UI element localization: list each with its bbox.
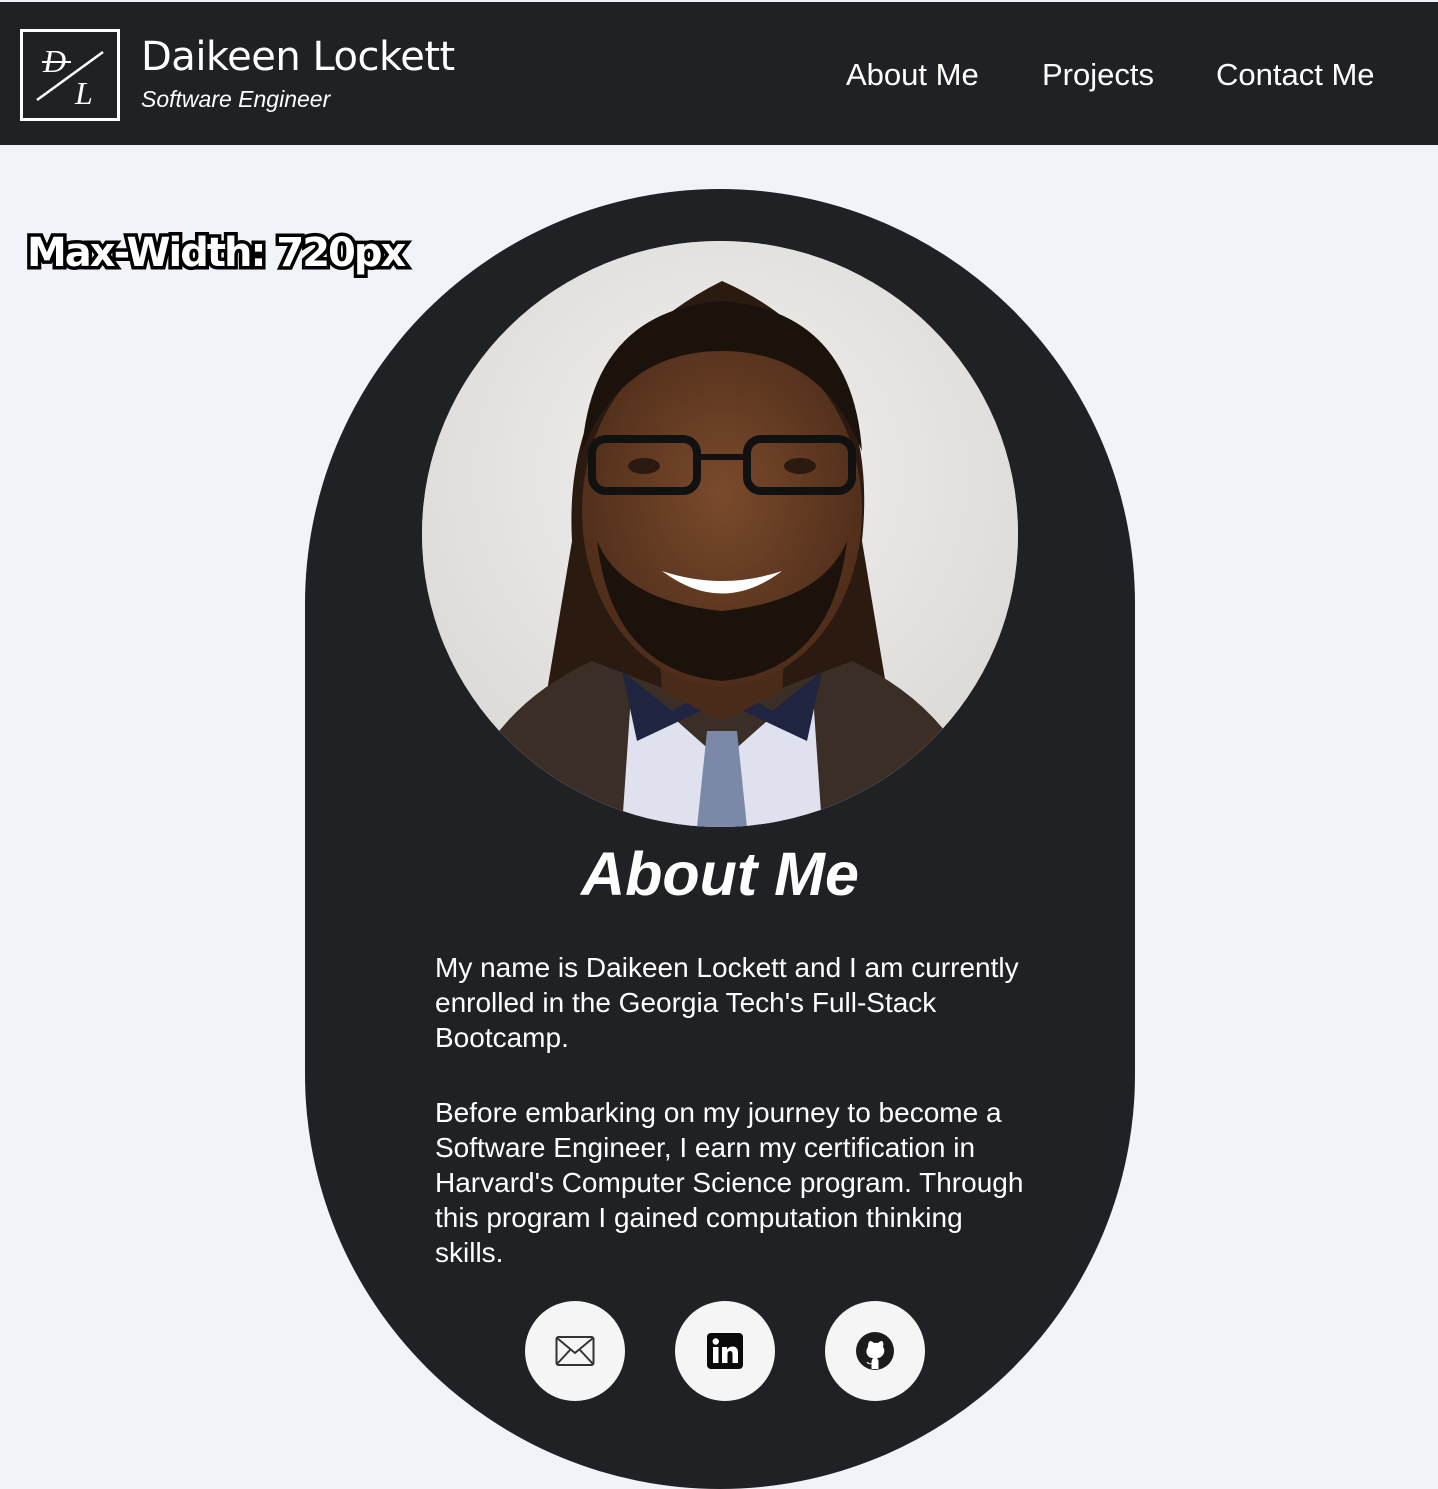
github-icon bbox=[856, 1332, 894, 1370]
linkedin-icon bbox=[707, 1333, 743, 1369]
about-paragraph-2: Before embarking on my journey to become… bbox=[435, 1097, 1024, 1268]
max-width-label: Max-Width: 720px bbox=[23, 227, 409, 280]
logo-monogram-icon: D L bbox=[36, 43, 104, 111]
linkedin-button[interactable] bbox=[675, 1301, 775, 1401]
site-role: Software Engineer bbox=[141, 86, 331, 112]
email-icon bbox=[555, 1336, 595, 1366]
nav-about-me[interactable]: About Me bbox=[846, 57, 979, 93]
profile-portrait-illustration bbox=[422, 241, 1018, 827]
site-header: D L Daikeen Lockett Software Engineer Ab… bbox=[0, 0, 1438, 145]
nav-contact-me[interactable]: Contact Me bbox=[1216, 57, 1375, 93]
about-card: About Me My name is Daikeen Lockett and … bbox=[305, 189, 1135, 1489]
nav-projects[interactable]: Projects bbox=[1042, 57, 1154, 93]
logo[interactable]: D L bbox=[20, 29, 120, 121]
about-title: About Me bbox=[581, 840, 859, 908]
github-button[interactable] bbox=[825, 1301, 925, 1401]
profile-photo bbox=[422, 241, 1018, 827]
site-name: Daikeen Lockett bbox=[141, 34, 455, 80]
email-button[interactable] bbox=[525, 1301, 625, 1401]
svg-text:L: L bbox=[74, 75, 93, 111]
about-paragraph-1: My name is Daikeen Lockett and I am curr… bbox=[435, 952, 1019, 1053]
